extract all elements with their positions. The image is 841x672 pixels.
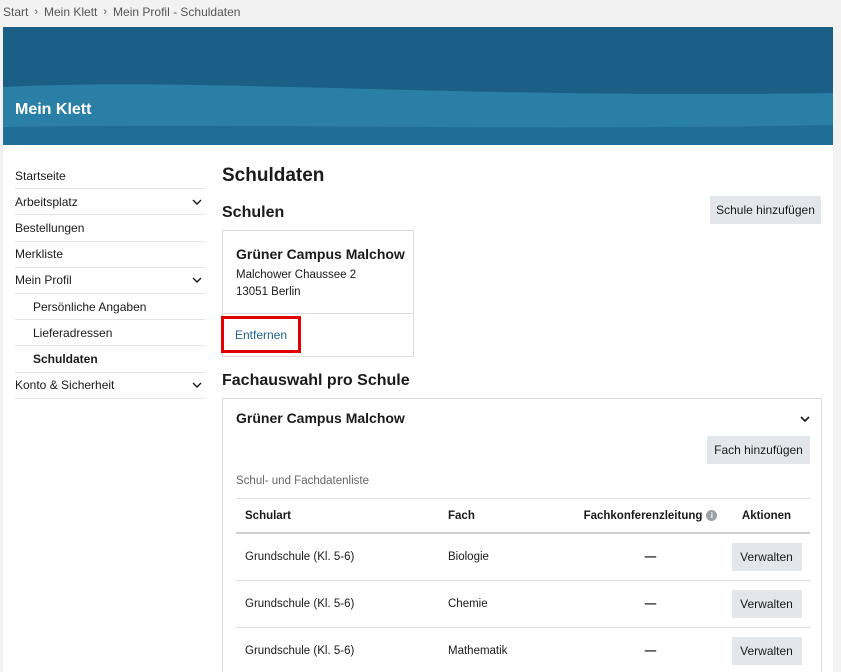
school-street: Malchower Chaussee 2	[236, 269, 357, 281]
column-header-fachkonferenzleitung: Fachkonferenzleitung i	[578, 510, 723, 522]
table-header: Schulart Fach Fachkonferenzleitung i Akt…	[236, 498, 810, 534]
cell-schulart: Grundschule (Kl. 5-6)	[245, 645, 355, 657]
cell-schulart: Grundschule (Kl. 5-6)	[245, 551, 355, 563]
content-area: Startseite Arbeitsplatz Bestellungen Merkli…	[3, 145, 833, 672]
breadcrumb: Start › Mein Klett › Mein Profil - Schul…	[3, 5, 240, 19]
add-subject-button[interactable]: Fach hinzufügen	[707, 436, 810, 464]
accordion-title[interactable]: Grüner Campus Malchow	[236, 410, 405, 426]
sidebar-item-label: Schuldaten	[33, 351, 98, 366]
sidebar-item-label: Persönliche Angaben	[33, 299, 147, 314]
sidebar-item-label: Merkliste	[15, 247, 64, 262]
breadcrumb-start[interactable]: Start	[3, 5, 28, 19]
subjects-heading: Fachauswahl pro Schule	[222, 372, 410, 389]
column-header-aktionen: Aktionen	[741, 509, 792, 522]
cell-aktionen: Verwalten	[723, 637, 810, 665]
chevron-right-icon: ›	[103, 6, 108, 18]
subjects-table: Schulart Fach Fachkonferenzleitung i Akt…	[236, 498, 810, 672]
school-city: 13051 Berlin	[236, 286, 301, 298]
sidebar-item-persönliche-angaben[interactable]: Persönliche Angaben	[15, 294, 205, 321]
sidebar-item-label: Startseite	[15, 168, 66, 183]
sidebar-item-label: Bestellungen	[15, 220, 85, 235]
list-caption: Schul- und Fachdatenliste	[236, 475, 369, 487]
manage-button[interactable]: Verwalten	[731, 543, 802, 571]
cell-schulart: Grundschule (Kl. 5-6)	[245, 598, 355, 610]
school-card: Grüner Campus Malchow Malchower Chaussee…	[221, 230, 414, 357]
table-body: Grundschule (Kl. 5-6) Biologie — Verwalten G…	[236, 534, 810, 672]
breadcrumb-current: Mein Profil - Schuldaten	[113, 5, 241, 19]
cell-fachkonferenzleitung: —	[578, 551, 723, 563]
chevron-right-icon: ›	[34, 6, 39, 18]
sidebar-item-konto-sicherheit[interactable]: Konto & Sicherheit	[15, 373, 205, 399]
manage-button[interactable]: Verwalten	[731, 590, 802, 618]
chevron-down-icon[interactable]	[799, 412, 811, 430]
schools-heading: Schulen	[222, 204, 285, 221]
sidebar-item-lieferadressen[interactable]: Lieferadressen	[15, 320, 205, 347]
school-name: Grüner Campus Malchow	[236, 246, 405, 262]
cell-value: —	[644, 551, 657, 563]
sidebar-item-label: Konto & Sicherheit	[15, 378, 115, 393]
table-row: Grundschule (Kl. 5-6) Biologie — Verwalten	[236, 534, 810, 581]
section-title: Schuldaten	[222, 165, 325, 186]
sidebar-item-label: Arbeitsplatz	[15, 194, 78, 209]
sidebar-item-startseite[interactable]: Startseite	[15, 163, 205, 190]
cell-value: —	[644, 645, 657, 657]
cell-fach: Biologie	[448, 551, 489, 563]
column-header-label: Fachkonferenzleitung	[583, 509, 703, 522]
cell-fachkonferenzleitung: —	[578, 645, 723, 657]
table-row: Grundschule (Kl. 5-6) Mathematik — Verwalte…	[236, 628, 810, 672]
sidebar-item-mein-profil[interactable]: Mein Profil	[15, 268, 205, 294]
page-header-banner: Mein Klett	[3, 27, 833, 145]
cell-aktionen: Verwalten	[723, 590, 810, 618]
sidebar-item-label: Mein Profil	[15, 273, 72, 288]
card-divider	[223, 313, 413, 314]
banner-wave-graphic	[3, 27, 833, 145]
sidebar-item-bestellungen[interactable]: Bestellungen	[15, 215, 205, 242]
sidebar-item-merkliste[interactable]: Merkliste	[15, 242, 205, 268]
chevron-down-icon[interactable]	[191, 379, 203, 391]
cell-fach: Chemie	[448, 598, 488, 610]
chevron-down-icon[interactable]	[191, 196, 203, 208]
sidebar-item-label: Lieferadressen	[33, 325, 113, 340]
sidebar-item-arbeitsplatz[interactable]: Arbeitsplatz	[15, 189, 205, 216]
column-header-fach: Fach	[448, 509, 475, 522]
add-school-button[interactable]: Schule hinzufügen	[710, 196, 821, 224]
info-icon[interactable]: i	[706, 510, 718, 521]
cell-value: —	[644, 598, 657, 610]
sidebar-nav: Startseite Arbeitsplatz Bestellungen Merkli…	[15, 163, 205, 399]
sidebar-item-schuldaten[interactable]: Schuldaten	[15, 346, 205, 373]
school-subjects-accordion: Grüner Campus Malchow Fach hinzufügen Sc…	[222, 398, 822, 672]
column-header-schulart: Schulart	[245, 509, 292, 522]
manage-button[interactable]: Verwalten	[731, 637, 802, 665]
breadcrumb-mein-klett[interactable]: Mein Klett	[44, 5, 97, 19]
chevron-down-icon[interactable]	[191, 274, 203, 286]
table-row: Grundschule (Kl. 5-6) Chemie — Verwalten	[236, 581, 810, 628]
cell-fachkonferenzleitung: —	[578, 598, 723, 610]
cell-fach: Mathematik	[448, 645, 508, 657]
remove-school-link[interactable]: Entfernen	[221, 316, 301, 353]
page-title: Mein Klett	[15, 101, 92, 118]
cell-aktionen: Verwalten	[723, 543, 810, 571]
